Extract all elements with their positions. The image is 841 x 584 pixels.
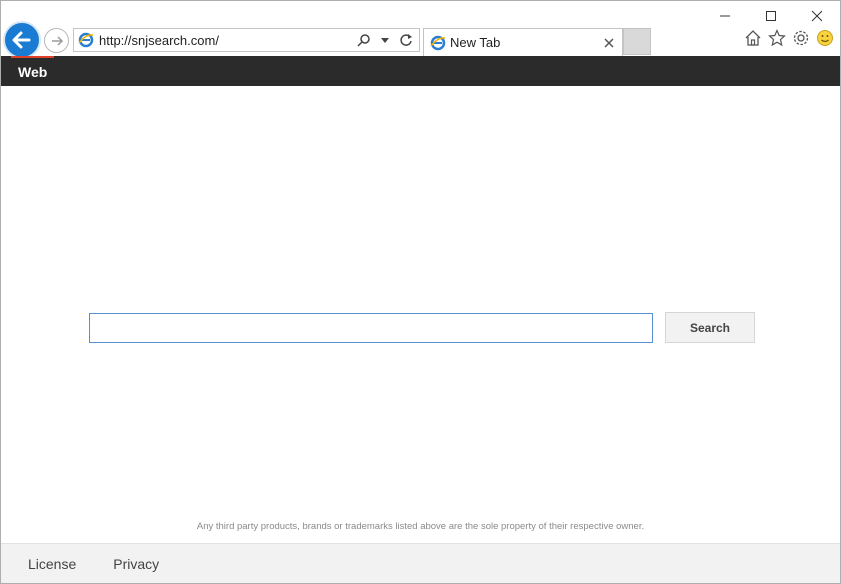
star-icon[interactable]	[768, 29, 786, 47]
nav-tab-web[interactable]: Web	[11, 56, 55, 86]
browser-window: http://snjsearch.com/ New Tab Web Search…	[0, 0, 841, 584]
home-icon[interactable]	[744, 29, 762, 47]
back-arrow-icon	[12, 31, 31, 49]
site-footer: License Privacy	[1, 543, 840, 583]
site-nav-bar: Web	[1, 56, 840, 86]
search-input[interactable]	[89, 313, 653, 343]
close-tab-icon[interactable]	[602, 36, 616, 50]
address-url[interactable]: http://snjsearch.com/	[99, 33, 356, 48]
back-button[interactable]	[3, 21, 41, 59]
refresh-icon[interactable]	[398, 32, 414, 48]
toolbar-icons	[744, 29, 834, 47]
search-button[interactable]: Search	[665, 312, 755, 343]
forward-arrow-icon	[51, 35, 63, 46]
smiley-icon[interactable]	[816, 29, 834, 47]
browser-tab[interactable]: New Tab	[423, 28, 623, 56]
address-bar[interactable]: http://snjsearch.com/	[73, 28, 420, 52]
maximize-button[interactable]	[748, 1, 794, 31]
window-controls	[702, 1, 840, 31]
chevron-down-icon[interactable]	[377, 32, 393, 48]
search-icon[interactable]	[356, 32, 372, 48]
new-tab-button[interactable]	[623, 28, 651, 55]
browser-chrome: http://snjsearch.com/ New Tab	[1, 1, 840, 59]
disclaimer-text: Any third party products, brands or trad…	[196, 521, 645, 532]
license-link[interactable]: License	[28, 556, 76, 572]
minimize-button[interactable]	[702, 1, 748, 31]
gear-icon[interactable]	[792, 29, 810, 47]
ie-logo-icon	[78, 32, 94, 48]
forward-button[interactable]	[44, 28, 69, 53]
privacy-link[interactable]: Privacy	[113, 556, 159, 572]
tab-title: New Tab	[450, 35, 501, 50]
ie-logo-icon	[430, 35, 446, 50]
close-window-button[interactable]	[794, 1, 840, 31]
